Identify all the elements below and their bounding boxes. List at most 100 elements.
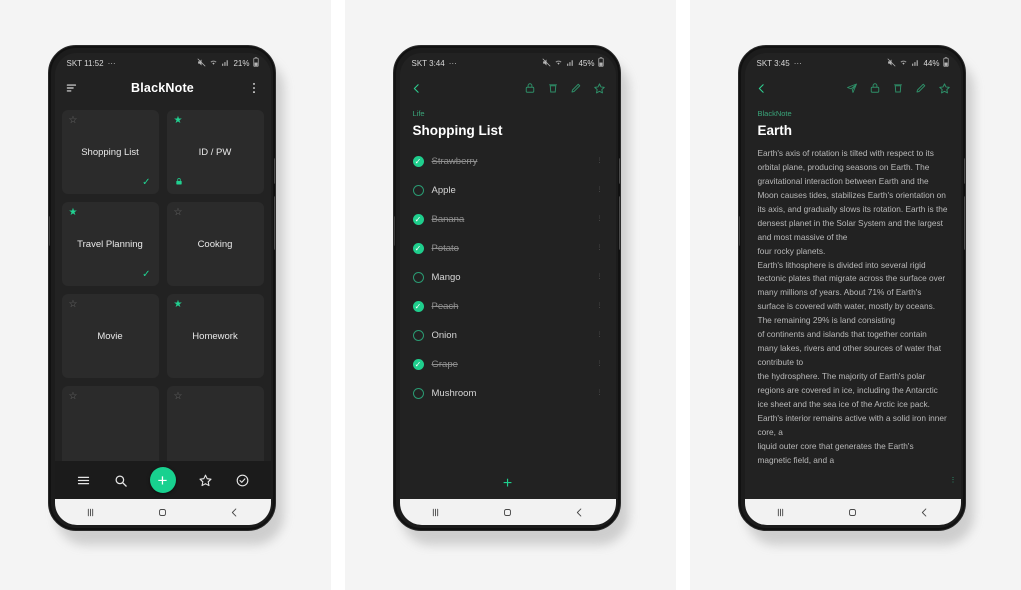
side-key-left[interactable] — [393, 216, 395, 246]
battery-icon — [942, 57, 949, 69]
volume-button[interactable] — [963, 158, 965, 184]
add-note-fab[interactable]: + — [149, 467, 176, 493]
note-title: Earth — [757, 123, 793, 138]
checkbox-checked-icon[interactable]: ✓ — [412, 359, 424, 370]
star-icon[interactable] — [593, 82, 606, 95]
volume-button[interactable] — [618, 158, 620, 184]
volume-button[interactable] — [273, 158, 275, 184]
list-item[interactable]: Mango ⋮ — [412, 263, 603, 292]
sort-lines-icon[interactable] — [65, 81, 79, 95]
back-icon[interactable] — [573, 506, 586, 519]
side-key-left[interactable] — [48, 216, 50, 246]
list-item-label: Mushroom — [431, 388, 477, 399]
checkbox-checked-icon[interactable]: ✓ — [412, 156, 424, 167]
recents-icon[interactable] — [774, 506, 787, 519]
power-button[interactable] — [273, 196, 275, 250]
list-item[interactable]: Apple ⋮ — [412, 176, 603, 205]
home-icon[interactable] — [501, 506, 514, 519]
bottom-app-bar: + — [54, 461, 271, 499]
list-item[interactable]: ✓ Potato ⋮ — [412, 234, 603, 263]
android-nav-bar — [744, 499, 961, 525]
drag-handle-icon[interactable]: ⋮ — [597, 390, 603, 396]
battery-level: 45% — [578, 58, 595, 68]
note-card[interactable]: ☆ Cooking — [166, 202, 264, 286]
status-left: SKT 3:44 ⋯ — [412, 59, 458, 68]
checklist-icon[interactable] — [235, 473, 250, 488]
drag-handle-icon[interactable]: ⋮ — [597, 303, 603, 309]
chevron-left-icon[interactable] — [410, 82, 423, 95]
home-icon[interactable] — [156, 506, 169, 519]
lock-icon[interactable] — [869, 82, 881, 94]
signal-icon — [221, 58, 230, 69]
power-button[interactable] — [618, 196, 620, 250]
more-vertical-icon[interactable] — [247, 81, 261, 95]
checkbox-unchecked-icon[interactable] — [412, 388, 424, 399]
note-card[interactable]: ☆ Shopping List ✓ — [61, 110, 159, 194]
drag-handle-icon[interactable]: ⋮ — [597, 187, 603, 193]
checkbox-unchecked-icon[interactable] — [412, 185, 424, 196]
list-item[interactable]: Mushroom ⋮ — [412, 379, 603, 408]
search-icon[interactable] — [113, 473, 128, 488]
drag-handle-icon[interactable]: ⋮ — [597, 245, 603, 251]
trash-icon[interactable] — [892, 82, 904, 94]
home-icon[interactable] — [846, 506, 859, 519]
list-item[interactable]: ✓ Banana ⋮ — [412, 205, 603, 234]
star-icon[interactable]: ★ — [174, 300, 183, 310]
note-card-title: Homework — [192, 330, 238, 342]
checkbox-unchecked-icon[interactable] — [412, 272, 424, 283]
menu-icon[interactable] — [76, 473, 91, 488]
checkbox-unchecked-icon[interactable] — [412, 330, 424, 341]
battery-level: 21% — [233, 58, 250, 68]
list-item-label: Strawberry — [431, 156, 478, 167]
star-icon[interactable]: ☆ — [174, 208, 183, 218]
star-icon[interactable] — [938, 82, 951, 95]
android-nav-bar — [54, 499, 271, 525]
note-card[interactable]: ☆ — [166, 386, 264, 461]
note-content[interactable]: Earth's axis of rotation is tilted with … — [758, 147, 948, 468]
recents-icon[interactable] — [429, 506, 442, 519]
scroll-more-indicator-icon: ⋮ — [949, 477, 957, 485]
checkbox-checked-icon[interactable]: ✓ — [412, 214, 424, 225]
star-icon[interactable]: ★ — [69, 208, 78, 218]
trash-icon[interactable] — [547, 82, 559, 94]
power-button[interactable] — [963, 196, 965, 250]
add-item-button[interactable]: + — [399, 469, 616, 499]
send-icon[interactable] — [846, 82, 858, 94]
drag-handle-icon[interactable]: ⋮ — [597, 332, 603, 338]
drag-handle-icon[interactable]: ⋮ — [597, 216, 603, 222]
edit-pencil-icon[interactable] — [915, 82, 927, 94]
note-card[interactable]: ☆ — [61, 386, 159, 461]
favorites-icon[interactable] — [198, 473, 213, 488]
carrier-time: SKT 3:45 — [756, 58, 790, 68]
drag-handle-icon[interactable]: ⋮ — [597, 158, 603, 164]
note-card-title: Shopping List — [81, 146, 139, 158]
side-key-left[interactable] — [738, 216, 740, 246]
checkbox-checked-icon[interactable]: ✓ — [412, 243, 424, 254]
list-item[interactable]: ✓ Peach ⋮ — [412, 292, 603, 321]
back-icon[interactable] — [918, 506, 931, 519]
panel-notes-grid: SKT 11:52 ⋯ 21% BlackNote ☆ Shopping Lis… — [0, 0, 331, 590]
drag-handle-icon[interactable]: ⋮ — [597, 361, 603, 367]
lock-icon[interactable] — [524, 82, 536, 94]
list-item[interactable]: ✓ Strawberry ⋮ — [412, 147, 603, 176]
star-icon[interactable]: ★ — [174, 116, 183, 126]
note-card[interactable]: ★ ID / PW — [166, 110, 264, 194]
star-icon[interactable]: ☆ — [69, 300, 78, 310]
note-card-title: Movie — [97, 330, 123, 342]
status-bar: SKT 3:44 ⋯ 45% — [399, 53, 616, 73]
star-icon[interactable]: ☆ — [174, 392, 183, 402]
list-item[interactable]: Onion ⋮ — [412, 321, 603, 350]
star-icon[interactable]: ☆ — [69, 392, 78, 402]
checklist: ✓ Strawberry ⋮ Apple ⋮ ✓ Banana ⋮ ✓ Pota… — [412, 147, 603, 408]
recents-icon[interactable] — [84, 506, 97, 519]
note-card[interactable]: ★ Travel Planning ✓ — [61, 202, 159, 286]
back-icon[interactable] — [228, 506, 241, 519]
star-icon[interactable]: ☆ — [69, 116, 78, 126]
checkbox-checked-icon[interactable]: ✓ — [412, 301, 424, 312]
list-item[interactable]: ✓ Grape ⋮ — [412, 350, 603, 379]
edit-pencil-icon[interactable] — [570, 82, 582, 94]
drag-handle-icon[interactable]: ⋮ — [597, 274, 603, 280]
note-card[interactable]: ☆ Movie — [61, 294, 159, 378]
chevron-left-icon[interactable] — [755, 82, 768, 95]
note-card[interactable]: ★ Homework — [166, 294, 264, 378]
